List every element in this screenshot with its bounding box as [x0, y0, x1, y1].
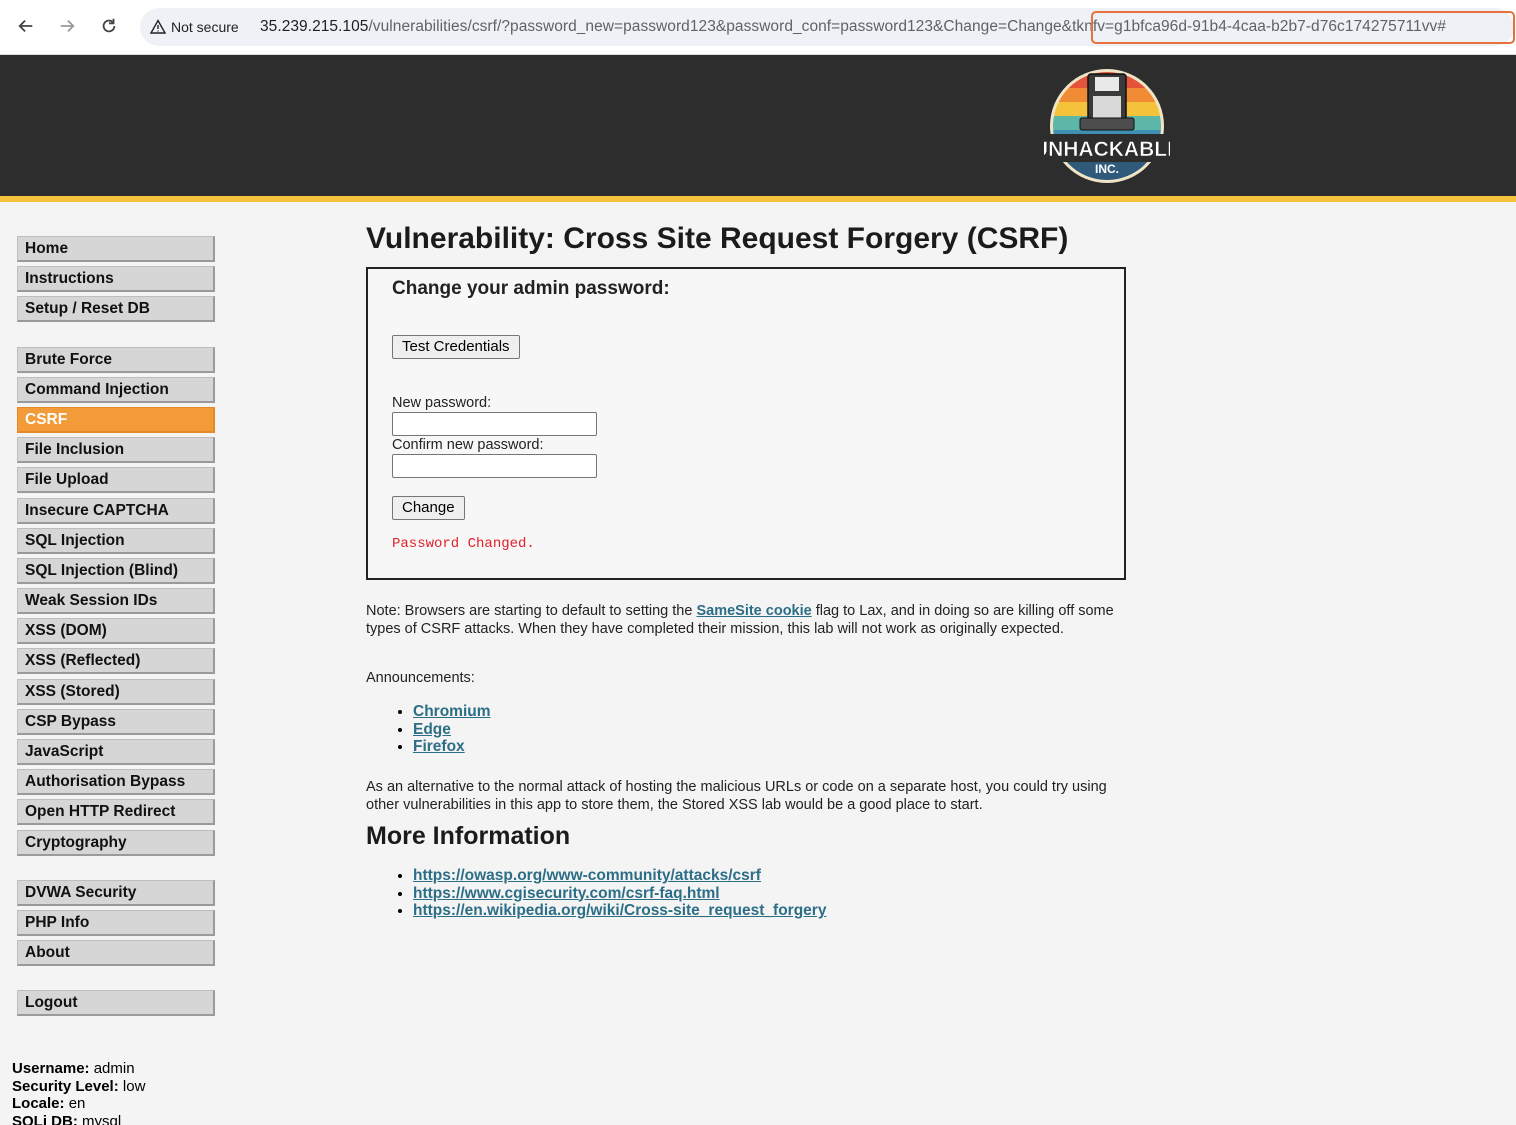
list-item: Edge [413, 721, 491, 739]
menu-item-authorisation-bypass[interactable]: Authorisation Bypass [17, 769, 215, 796]
menu-item-xss-stored[interactable]: XSS (Stored) [17, 678, 215, 705]
browser-toolbar: Not secure 35.239.215.105/vulnerabilitie… [0, 0, 1516, 55]
list-item: Chromium [413, 703, 491, 721]
menu-item-logout[interactable]: Logout [17, 990, 215, 1017]
samesite-note: Note: Browsers are starting to default t… [366, 603, 1126, 638]
status-db: SQLi DB: mysql [12, 1112, 122, 1125]
reload-icon [102, 18, 116, 33]
announcements-list: ChromiumEdgeFirefox [393, 703, 491, 756]
menu-item-open-http-redirect[interactable]: Open HTTP Redirect [17, 799, 215, 826]
logo-text-main: UNHACKABLE [1044, 138, 1170, 161]
menu-item-instructions[interactable]: Instructions [17, 266, 215, 293]
confirm-password-field[interactable] [392, 454, 597, 478]
csrf-form-box: Change your admin password: Test Credent… [366, 267, 1126, 580]
menu-item-cryptography[interactable]: Cryptography [17, 829, 215, 856]
unhackable-logo: UNHACKABLE INC. [1044, 69, 1170, 183]
logo-text-sub: INC. [1095, 162, 1119, 176]
menu-item-brute-force[interactable]: Brute Force [17, 346, 215, 373]
confirm-password-label: Confirm new password: [392, 437, 544, 453]
menu-item-file-upload[interactable]: File Upload [17, 467, 215, 494]
menu-item-about[interactable]: About [17, 940, 215, 967]
security-indicator[interactable]: Not secure [150, 16, 239, 38]
menu-item-csp-bypass[interactable]: CSP Bypass [17, 708, 215, 735]
announcements-label: Announcements: [366, 670, 475, 686]
menu-item-insecure-captcha[interactable]: Insecure CAPTCHA [17, 497, 215, 524]
reload-button[interactable] [95, 12, 123, 40]
new-password-label: New password: [392, 395, 492, 411]
forward-arrow-icon [60, 19, 75, 33]
test-credentials-button[interactable]: Test Credentials [392, 335, 520, 359]
list-item: https://owasp.org/www-community/attacks/… [413, 867, 826, 885]
menu-item-weak-session-ids[interactable]: Weak Session IDs [17, 588, 215, 615]
alternative-note: As an alternative to the normal attack o… [366, 779, 1107, 813]
more-info-link[interactable]: https://owasp.org/www-community/attacks/… [413, 867, 761, 884]
menu-item-php-info[interactable]: PHP Info [17, 909, 215, 936]
session-status: Username: admin Security Level: low Loca… [12, 1060, 145, 1125]
menu-item-javascript[interactable]: JavaScript [17, 739, 215, 765]
menu-item-sql-injection[interactable]: SQL Injection [17, 527, 215, 554]
more-info-link[interactable]: https://www.cgisecurity.com/csrf-faq.htm… [413, 885, 720, 902]
security-label: Not secure [171, 19, 239, 35]
list-item: Firefox [413, 738, 491, 756]
menu-group-gap [17, 970, 217, 990]
main-content: Vulnerability: Cross Site Request Forger… [366, 220, 1126, 580]
menu-item-dvwa-security[interactable]: DVWA Security [17, 879, 215, 906]
menu-item-xss-reflected[interactable]: XSS (Reflected) [17, 648, 215, 675]
announcement-link[interactable]: Edge [413, 721, 451, 738]
announcement-link[interactable]: Chromium [413, 703, 491, 720]
menu-group-gap [17, 860, 217, 880]
announcement-link[interactable]: Firefox [413, 738, 465, 755]
result-message: Password Changed. [392, 536, 535, 552]
menu-item-csrf[interactable]: CSRF [17, 406, 215, 433]
samesite-cookie-link[interactable]: SameSite cookie [696, 603, 811, 619]
more-info-heading: More Information [366, 822, 571, 850]
page-title: Vulnerability: Cross Site Request Forger… [366, 222, 1069, 255]
page-header [0, 55, 1516, 202]
change-button[interactable]: Change [392, 496, 465, 520]
menu-item-home[interactable]: Home [17, 236, 215, 262]
url-host: 35.239.215.105 [260, 18, 369, 35]
menu-item-xss-dom[interactable]: XSS (DOM) [17, 618, 215, 645]
back-arrow-icon [18, 19, 33, 33]
menu-item-file-inclusion[interactable]: File Inclusion [17, 437, 215, 464]
new-password-field[interactable] [392, 412, 597, 436]
menu-item-sql-injection-blind[interactable]: SQL Injection (Blind) [17, 557, 215, 584]
form-heading: Change your admin password: [392, 278, 670, 299]
back-button[interactable] [12, 12, 40, 40]
status-username: Username: admin [12, 1060, 135, 1077]
menu-item-command-injection[interactable]: Command Injection [17, 376, 215, 403]
forward-button[interactable] [53, 12, 81, 40]
url-token-highlight [1091, 11, 1515, 44]
status-locale: Locale: en [12, 1095, 86, 1112]
warning-icon [150, 19, 166, 34]
note-text-before: Note: Browsers are starting to default t… [366, 603, 697, 619]
more-info-list: https://owasp.org/www-community/attacks/… [393, 867, 826, 920]
menu-item-setup-reset-db[interactable]: Setup / Reset DB [17, 296, 215, 323]
list-item: https://www.cgisecurity.com/csrf-faq.htm… [413, 885, 826, 903]
list-item: https://en.wikipedia.org/wiki/Cross-site… [413, 902, 826, 920]
sidebar-menu: Home Instructions Setup / Reset DB Brute Fo… [17, 236, 217, 1021]
status-security-level: Security Level: low [12, 1077, 146, 1095]
more-info-link[interactable]: https://en.wikipedia.org/wiki/Cross-site… [413, 902, 826, 919]
menu-group-gap [17, 327, 217, 347]
